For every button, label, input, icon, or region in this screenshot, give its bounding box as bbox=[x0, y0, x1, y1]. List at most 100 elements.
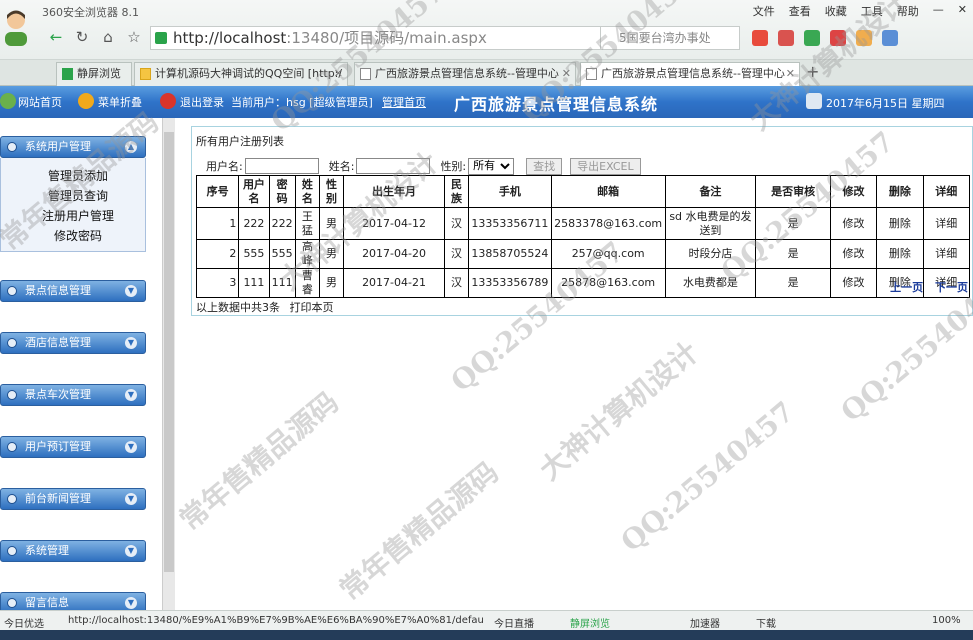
user-avatar-icon[interactable] bbox=[2, 6, 30, 46]
sidebar: 系统用户管理 ▲ 管理员添加 管理员查询 注册用户管理 修改密码 景点信息管理 … bbox=[0, 118, 175, 610]
user-list-panel: 所有用户注册列表 用户名: 姓名: 性别: 所有 查找 导出EXCEL 序号 用… bbox=[191, 126, 973, 316]
col-header: 详细 bbox=[922, 175, 971, 208]
search-button[interactable]: 查找 bbox=[526, 157, 563, 175]
accelerator[interactable]: 加速器 bbox=[690, 615, 720, 630]
name-input[interactable] bbox=[356, 158, 431, 174]
logout-link[interactable]: 退出登录 bbox=[180, 94, 224, 110]
tab-qq-space[interactable]: 计算机源码大神调试的QQ空间 [http:/ ✕ bbox=[134, 62, 348, 86]
record-count: 以上数据中共3条 bbox=[196, 301, 280, 314]
section-label: 景点信息管理 bbox=[25, 284, 91, 297]
sidebar-section-news[interactable]: 前台新闻管理 ▼ bbox=[0, 488, 146, 510]
extension-icon[interactable] bbox=[752, 30, 768, 46]
scrollbar-thumb[interactable] bbox=[164, 132, 174, 572]
download[interactable]: 下载 bbox=[756, 615, 776, 630]
print-page-link[interactable]: 打印本页 bbox=[290, 301, 334, 314]
detail-link[interactable]: 详细 bbox=[922, 239, 971, 269]
address-bar[interactable]: http://localhost:13480/项目源码/main.aspx bbox=[150, 26, 620, 50]
section-label: 酒店信息管理 bbox=[25, 336, 91, 349]
bullet-icon bbox=[7, 546, 17, 556]
col-header: 是否审核 bbox=[755, 175, 831, 208]
new-tab-icon[interactable]: + bbox=[806, 62, 819, 81]
back-icon[interactable]: ← bbox=[46, 27, 66, 47]
logout-icon bbox=[160, 93, 176, 109]
sidebar-submenu: 管理员添加 管理员查询 注册用户管理 修改密码 bbox=[0, 158, 146, 252]
chevron-down-icon: ▼ bbox=[125, 545, 137, 557]
table-row: 3 111 111 曹睿 男 2017-04-21 汉 13353356789 … bbox=[195, 268, 971, 298]
bullet-icon bbox=[7, 442, 17, 452]
tab-strip: 静屏浏览 计算机源码大神调试的QQ空间 [http:/ ✕ 广西旅游景点管理信息… bbox=[0, 60, 973, 86]
menu-help[interactable]: 帮助 bbox=[897, 3, 919, 19]
export-excel-button[interactable]: 导出EXCEL bbox=[570, 157, 641, 175]
sidebar-section-scenic[interactable]: 景点信息管理 ▼ bbox=[0, 280, 146, 302]
search-input[interactable]: 5国要台湾办事处 bbox=[600, 26, 740, 50]
detail-link[interactable]: 详细 bbox=[922, 207, 971, 240]
prev-page-link[interactable]: 上一页 bbox=[890, 281, 923, 294]
extension-icon[interactable] bbox=[882, 30, 898, 46]
current-date: 2017年6月15日 星期四 bbox=[826, 97, 945, 110]
reload-icon[interactable]: ↻ bbox=[72, 27, 92, 47]
admin-home-link[interactable]: 管理首页 bbox=[382, 94, 426, 110]
close-tab-icon[interactable]: ✕ bbox=[786, 63, 795, 85]
menu-fold-link[interactable]: 菜单折叠 bbox=[98, 94, 142, 110]
cell-phone: 13353356789 bbox=[468, 268, 552, 298]
extension-icon[interactable] bbox=[778, 30, 794, 46]
sidebar-item-change-password[interactable]: 修改密码 bbox=[1, 226, 145, 246]
menu-file[interactable]: 文件 bbox=[753, 3, 775, 19]
edit-link[interactable]: 修改 bbox=[829, 268, 878, 298]
sidebar-section-booking[interactable]: 用户预订管理 ▼ bbox=[0, 436, 146, 458]
extension-icon[interactable] bbox=[804, 30, 820, 46]
sidebar-section-hotel[interactable]: 酒店信息管理 ▼ bbox=[0, 332, 146, 354]
sidebar-section-bus[interactable]: 景点车次管理 ▼ bbox=[0, 384, 146, 406]
bullet-icon bbox=[7, 142, 17, 152]
minimize-icon[interactable]: — bbox=[933, 3, 944, 19]
status-url: http://localhost:13480/%E9%A1%B9%E7%9B%A… bbox=[68, 615, 484, 626]
calendar-icon bbox=[806, 93, 822, 109]
live-link[interactable]: 今日直播 bbox=[494, 615, 534, 630]
tab-quiet-browse[interactable]: 静屏浏览 bbox=[56, 62, 132, 86]
section-label: 前台新闻管理 bbox=[25, 492, 91, 505]
menu-favorites[interactable]: 收藏 bbox=[825, 3, 847, 19]
tab-label: 广西旅游景点管理信息系统--管理中心 bbox=[375, 67, 559, 80]
pager: 上一页 下一页 bbox=[882, 279, 968, 295]
close-window-icon[interactable]: ✕ bbox=[958, 3, 967, 19]
sidebar-item-admin-query[interactable]: 管理员查询 bbox=[1, 186, 145, 206]
sidebar-item-user-manage[interactable]: 注册用户管理 bbox=[1, 206, 145, 226]
star-icon[interactable]: ☆ bbox=[124, 27, 144, 47]
sidebar-scrollbar[interactable] bbox=[162, 118, 175, 610]
zoom-level[interactable]: 100% bbox=[932, 615, 961, 626]
home-link[interactable]: 网站首页 bbox=[18, 94, 62, 110]
next-page-link[interactable]: 下一页 bbox=[935, 281, 968, 294]
edit-link[interactable]: 修改 bbox=[829, 207, 878, 240]
col-header: 出生年月 bbox=[343, 175, 445, 208]
menu-tools[interactable]: 工具 bbox=[861, 3, 883, 19]
app-title: 广西旅游景点管理信息系统 bbox=[454, 95, 659, 114]
username-input[interactable] bbox=[244, 158, 319, 174]
gender-select[interactable]: 所有 bbox=[468, 157, 515, 175]
home-icon[interactable]: ⌂ bbox=[98, 27, 118, 47]
chevron-down-icon: ▼ bbox=[125, 597, 137, 609]
bullet-icon bbox=[7, 494, 17, 504]
extension-icon[interactable] bbox=[856, 30, 872, 46]
close-tab-icon[interactable]: ✕ bbox=[334, 63, 343, 85]
cell-password: 555 bbox=[268, 239, 296, 269]
sidebar-item-admin-add[interactable]: 管理员添加 bbox=[1, 166, 145, 186]
menu-view[interactable]: 查看 bbox=[789, 3, 811, 19]
sidebar-section-users[interactable]: 系统用户管理 ▲ bbox=[0, 136, 146, 158]
cell-ethnicity: 汉 bbox=[443, 207, 470, 240]
delete-link[interactable]: 删除 bbox=[876, 239, 924, 269]
quiet-browse[interactable]: 静屏浏览 bbox=[570, 615, 610, 630]
bullet-icon bbox=[7, 598, 17, 608]
sidebar-section-messages[interactable]: 留言信息 ▼ bbox=[0, 592, 146, 610]
chevron-down-icon: ▼ bbox=[125, 389, 137, 401]
tab-admin-center[interactable]: 广西旅游景点管理信息系统--管理中心 ✕ bbox=[354, 62, 576, 86]
today-picks[interactable]: 今日优选 bbox=[4, 615, 44, 630]
tab-admin-center-active[interactable]: 广西旅游景点管理信息系统--管理中心 ✕ bbox=[580, 62, 800, 86]
edit-link[interactable]: 修改 bbox=[829, 239, 878, 269]
cell-email: 25878@163.com bbox=[550, 268, 666, 298]
os-taskbar bbox=[0, 630, 973, 640]
col-header: 民族 bbox=[443, 175, 470, 208]
close-tab-icon[interactable]: ✕ bbox=[562, 63, 571, 85]
delete-link[interactable]: 删除 bbox=[876, 207, 924, 240]
extension-icon[interactable] bbox=[830, 30, 846, 46]
sidebar-section-system[interactable]: 系统管理 ▼ bbox=[0, 540, 146, 562]
